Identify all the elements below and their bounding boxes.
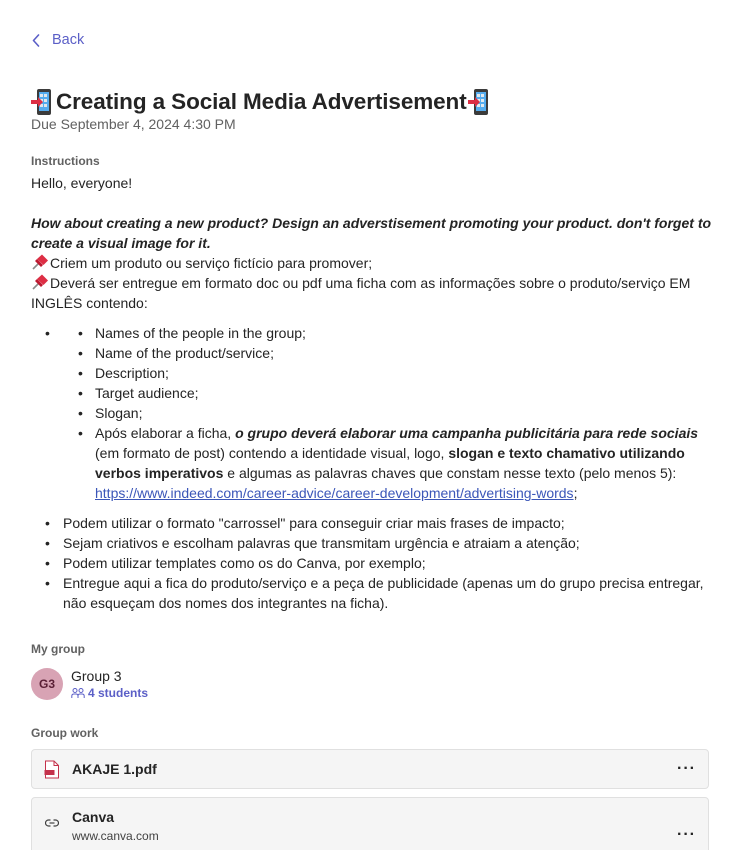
greeting: Hello, everyone! [31,175,133,191]
group-name: Group 3 [71,668,122,684]
list-item: Podem utilizar templates como os do Canv… [31,553,721,573]
link-card[interactable]: Canva www.canva.com ··· [31,797,709,850]
students-count: 4 students [88,686,149,700]
mobile-phone-arrow-icon [467,89,488,115]
instructions-label: Instructions [31,154,100,168]
group-info: G3 Group 3 4 students [31,667,148,701]
back-label: Back [52,32,85,48]
step-2: Deverá ser entregue em formato doc ou pd… [31,274,691,311]
prompt-text: How about creating a new product? Design… [31,215,712,251]
list-item: Podem utilizar o formato "carrossel" par… [31,513,721,533]
list-item: Target audience; [78,383,721,403]
mobile-phone-arrow-icon [31,89,51,115]
pushpin-icon [32,254,48,270]
page-title: Creating a Social Media Advertisement [31,87,492,117]
pushpin-icon [32,274,48,290]
instructions-list-2: Podem utilizar o formato "carrossel" par… [31,513,721,613]
my-group-label: My group [31,642,85,656]
link-title: Canva [72,809,115,825]
list-item: Sejam criativos e escolham palavras que … [31,533,721,553]
more-options-button[interactable]: ··· [677,826,696,844]
list-item: Após elaborar a ficha, o grupo deverá el… [78,423,721,503]
list-item: Names of the people in the group; Name o… [31,323,721,503]
back-button[interactable]: Back [32,29,84,51]
pdf-file-icon [44,760,59,778]
advertising-words-link[interactable]: https://www.indeed.com/career-advice/car… [95,485,574,501]
link-icon [45,819,59,827]
instructions-list: Names of the people in the group; Name o… [31,323,721,503]
chevron-left-icon [32,33,40,47]
step-1: Criem um produto ou serviço fictício par… [31,253,721,273]
instructions-body: Hello, everyone! How about creating a ne… [31,173,721,613]
list-item: Name of the product/service; [78,343,721,363]
avatar: G3 [31,668,63,700]
students-link[interactable]: 4 students [71,685,148,701]
list-item: Entregue aqui a fica do produto/serviço … [31,573,721,613]
file-card[interactable]: AKAJE 1.pdf ··· [31,749,709,789]
due-date: Due September 4, 2024 4:30 PM [31,116,236,132]
nested-list: Names of the people in the group; Name o… [63,323,721,503]
group-work-label: Group work [31,726,99,740]
more-options-button[interactable]: ··· [677,760,696,778]
file-name: AKAJE 1.pdf [72,761,157,777]
list-item: Description; [78,363,721,383]
people-icon [71,688,85,698]
list-item: Names of the people in the group; [78,323,721,343]
assignment-title: Creating a Social Media Advertisement [56,89,467,114]
link-url: www.canva.com [72,829,159,843]
list-item: Slogan; [78,403,721,423]
